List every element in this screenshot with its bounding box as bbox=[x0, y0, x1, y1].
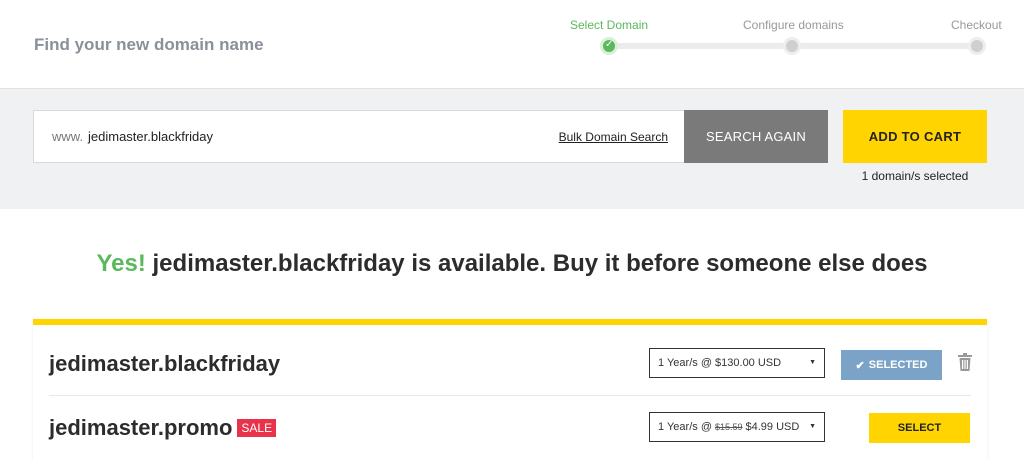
bulk-domain-search-link[interactable]: Bulk Domain Search bbox=[559, 130, 668, 144]
selected-button-label: SELECTED bbox=[868, 359, 928, 371]
step-label-configure-domains: Configure domains bbox=[743, 18, 844, 32]
term-price-value: 1 Year/s @ $130.00 USD bbox=[658, 357, 782, 369]
step-label-select-domain: Select Domain bbox=[570, 18, 649, 32]
step-label-checkout: Checkout bbox=[951, 18, 1002, 32]
select-button[interactable]: SELECT bbox=[869, 413, 970, 443]
domain-results-card: jedimaster.blackfriday 1 Year/s @ $130.0… bbox=[33, 319, 987, 460]
old-price: $15.59 bbox=[714, 422, 743, 432]
term-price-prefix: 1 Year/s @ bbox=[658, 421, 712, 433]
domain-result-row: jedimaster.promo SALE 1 Year/s @ $15.59 $… bbox=[49, 397, 971, 460]
checkmark-icon: ✔ bbox=[855, 359, 865, 372]
selected-button[interactable]: ✔ SELECTED bbox=[841, 350, 942, 380]
domain-result-row: jedimaster.blackfriday 1 Year/s @ $130.0… bbox=[49, 333, 972, 396]
dropdown-arrow-icon: ▼ bbox=[809, 359, 816, 366]
domain-name: jedimaster.promo SALE bbox=[49, 415, 277, 441]
search-value: jedimaster.blackfriday bbox=[88, 129, 213, 144]
add-to-cart-button[interactable]: ADD TO CART bbox=[843, 110, 987, 163]
search-again-button[interactable]: SEARCH AGAIN bbox=[684, 110, 828, 163]
page-title: Find your new domain name bbox=[34, 35, 264, 54]
step-pending-dot-icon bbox=[968, 37, 986, 55]
availability-headline: Yes! jedimaster.blackfriday is available… bbox=[0, 250, 1024, 278]
availability-yes: Yes! bbox=[96, 250, 146, 277]
availability-text: jedimaster.blackfriday is available. Buy… bbox=[152, 250, 928, 277]
term-price-select[interactable]: 1 Year/s @ $15.59 $4.99 USD ▼ bbox=[649, 412, 825, 442]
term-price-select[interactable]: 1 Year/s @ $130.00 USD ▼ bbox=[649, 348, 825, 378]
step-pending-dot-icon bbox=[783, 37, 801, 55]
sale-badge: SALE bbox=[237, 419, 277, 437]
domain-name: jedimaster.blackfriday bbox=[49, 351, 281, 376]
trash-icon[interactable] bbox=[958, 353, 972, 371]
dropdown-arrow-icon: ▼ bbox=[809, 423, 816, 430]
new-price: $4.99 USD bbox=[745, 421, 800, 433]
search-prefix: www. bbox=[52, 129, 84, 144]
page-header: Find your new domain name Select Domain … bbox=[0, 0, 1024, 88]
step-done-check-icon bbox=[600, 37, 618, 55]
domain-name-text: jedimaster.promo bbox=[49, 415, 233, 440]
selected-count: 1 domain/s selected bbox=[861, 169, 969, 183]
search-band: www. jedimaster.blackfriday Bulk Domain … bbox=[0, 88, 1024, 209]
domain-search-input[interactable]: www. jedimaster.blackfriday Bulk Domain … bbox=[33, 110, 685, 163]
checkout-stepper: Select Domain Configure domains Checkout bbox=[570, 0, 1010, 70]
